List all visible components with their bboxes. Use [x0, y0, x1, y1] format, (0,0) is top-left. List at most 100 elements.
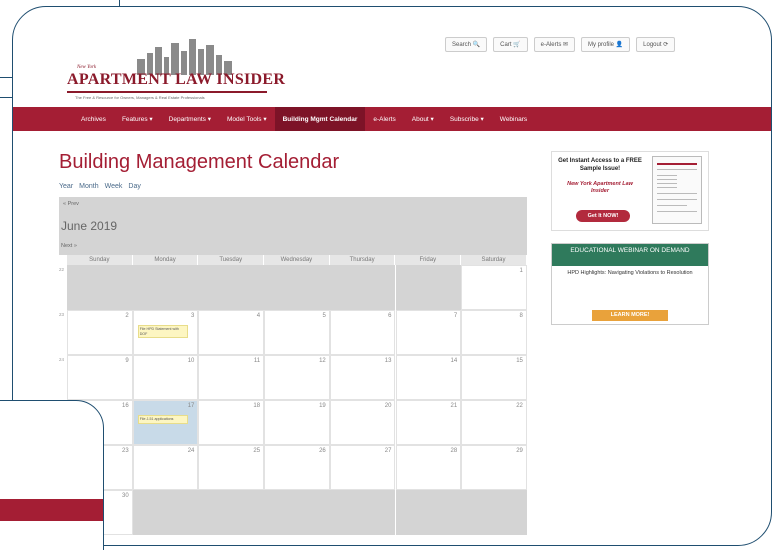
- nav-item-1[interactable]: Features ▾: [114, 107, 161, 131]
- day-number: 10: [187, 358, 195, 364]
- nav-item-7[interactable]: Subscribe ▾: [442, 107, 492, 131]
- calendar-day[interactable]: 17 File J-51 applications: [132, 400, 199, 445]
- header-link-4[interactable]: Logout ⟳: [636, 37, 676, 52]
- calendar-event[interactable]: File HPD Statement with DOF: [137, 325, 188, 338]
- nav-item-6[interactable]: About ▾: [404, 107, 442, 131]
- magazine-cover-icon: [652, 156, 702, 224]
- week-number: 24: [59, 357, 65, 362]
- page-title: Building Management Calendar: [59, 151, 340, 173]
- weekday-thursday: Thursday: [329, 255, 396, 265]
- calendar-week: 2730: [59, 490, 527, 535]
- calendar-day[interactable]: 1: [461, 265, 527, 310]
- calendar-day[interactable]: [395, 265, 462, 310]
- nav-item-2[interactable]: Departments ▾: [161, 107, 219, 131]
- calendar-day[interactable]: [198, 490, 265, 535]
- weekday-saturday: Saturday: [461, 255, 527, 265]
- calendar-day[interactable]: 20: [329, 400, 396, 445]
- calendar-day[interactable]: [329, 265, 396, 310]
- calendar-day[interactable]: 14: [395, 355, 462, 400]
- calendar-day[interactable]: 28: [395, 445, 462, 490]
- day-number: 18: [253, 403, 261, 409]
- day-number: 19: [319, 403, 326, 409]
- calendar-day[interactable]: 2: [67, 310, 133, 355]
- calendar-day[interactable]: 25: [198, 445, 265, 490]
- calendar-day[interactable]: [132, 490, 199, 535]
- calendar-day[interactable]: 27: [329, 445, 396, 490]
- view-link-week[interactable]: Week: [105, 183, 123, 190]
- webinar-title: HPD Highlights: Navigating Violations to…: [567, 270, 693, 276]
- day-number: 8: [519, 313, 523, 319]
- calendar-day[interactable]: 3 File HPD Statement with DOF: [132, 310, 199, 355]
- screenshot-stage: Search 🔍 Cart 🛒 e-Alerts ✉ My profile 👤 Logo…: [0, 0, 778, 550]
- calendar-day[interactable]: 4: [198, 310, 265, 355]
- prev-month-link[interactable]: « Prev: [63, 201, 79, 207]
- header-link-2[interactable]: e-Alerts ✉: [533, 37, 576, 52]
- view-link-day[interactable]: Day: [128, 183, 140, 190]
- view-link-year[interactable]: Year: [59, 183, 73, 190]
- calendar-day[interactable]: 22: [461, 400, 527, 445]
- day-number: 28: [450, 448, 458, 454]
- calendar-day[interactable]: 24: [132, 445, 199, 490]
- day-number: 23: [122, 448, 129, 454]
- calendar-day[interactable]: 6: [329, 310, 396, 355]
- nav-item-8[interactable]: Webinars: [492, 107, 535, 131]
- calendar-day[interactable]: 15: [461, 355, 527, 400]
- calendar-day[interactable]: 5: [264, 310, 330, 355]
- header-link-0[interactable]: Search 🔍: [445, 37, 488, 52]
- calendar-view-switcher: Year Month Week Day: [59, 183, 141, 190]
- day-number: 22: [516, 403, 523, 409]
- calendar-day[interactable]: [264, 490, 330, 535]
- calendar-day[interactable]: [67, 265, 133, 310]
- learn-more-button[interactable]: LEARN MORE!: [592, 310, 668, 321]
- calendar-day[interactable]: [329, 490, 396, 535]
- calendar-day[interactable]: [264, 265, 330, 310]
- day-number: 25: [253, 448, 261, 454]
- header-link-3[interactable]: My profile 👤: [581, 37, 631, 52]
- calendar-day[interactable]: 18: [198, 400, 265, 445]
- day-number: 11: [253, 358, 261, 364]
- skyline-icon: [137, 39, 232, 75]
- weekday-wednesday: Wednesday: [264, 255, 330, 265]
- day-number: 26: [319, 448, 326, 454]
- browser-window: Search 🔍 Cart 🛒 e-Alerts ✉ My profile 👤 Logo…: [12, 6, 772, 546]
- view-link-month[interactable]: Month: [79, 183, 98, 190]
- webinar-ad[interactable]: EDUCATIONAL WEBINAR ON DEMAND HPD Highli…: [551, 243, 709, 325]
- nav-item-4[interactable]: Building Mgmt Calendar: [274, 107, 366, 131]
- calendar-week: 251617File J-51 applications1819202122: [59, 400, 527, 445]
- calendar-day[interactable]: 26: [264, 445, 330, 490]
- calendar-event[interactable]: File J-51 applications: [137, 415, 188, 424]
- day-number: 15: [516, 358, 523, 364]
- next-month-link[interactable]: Next »: [61, 243, 77, 249]
- calendar-day[interactable]: 21: [395, 400, 462, 445]
- get-it-now-button[interactable]: Get It NOW!: [576, 210, 630, 222]
- day-number: 5: [322, 313, 326, 319]
- weekday-header-row: Sunday Monday Tuesday Wednesday Thursday Frid…: [67, 255, 527, 265]
- calendar-day[interactable]: [395, 490, 462, 535]
- calendar-day[interactable]: 8: [461, 310, 527, 355]
- nav-item-5[interactable]: e-Alerts: [365, 107, 403, 131]
- day-number: 16: [122, 403, 129, 409]
- nav-item-0[interactable]: Archives: [73, 107, 114, 131]
- calendar-day[interactable]: 13: [329, 355, 396, 400]
- day-number: 14: [450, 358, 458, 364]
- day-number: 29: [516, 448, 523, 454]
- calendar-day[interactable]: 7: [395, 310, 462, 355]
- calendar-day[interactable]: 12: [264, 355, 330, 400]
- day-number: 1: [519, 268, 523, 274]
- calendar-day[interactable]: 9: [67, 355, 133, 400]
- site-logo[interactable]: New York APARTMENT LAW INSIDER The Free …: [67, 31, 285, 111]
- day-number: 30: [122, 493, 129, 499]
- calendar-day[interactable]: [132, 265, 199, 310]
- calendar-day[interactable]: [461, 490, 527, 535]
- header-utility-links: Search 🔍 Cart 🛒 e-Alerts ✉ My profile 👤 Logo…: [445, 37, 676, 52]
- header-link-1[interactable]: Cart 🛒: [493, 37, 528, 52]
- calendar-day[interactable]: 11: [198, 355, 265, 400]
- calendar-day[interactable]: 29: [461, 445, 527, 490]
- nav-item-3[interactable]: Model Tools ▾: [219, 107, 275, 131]
- sample-issue-ad[interactable]: Get Instant Access to a FREE Sample Issu…: [551, 151, 709, 231]
- calendar-day[interactable]: 19: [264, 400, 330, 445]
- calendar-day[interactable]: [198, 265, 265, 310]
- day-number: 21: [450, 403, 458, 409]
- calendar-day[interactable]: 10: [132, 355, 199, 400]
- weekday-friday: Friday: [395, 255, 462, 265]
